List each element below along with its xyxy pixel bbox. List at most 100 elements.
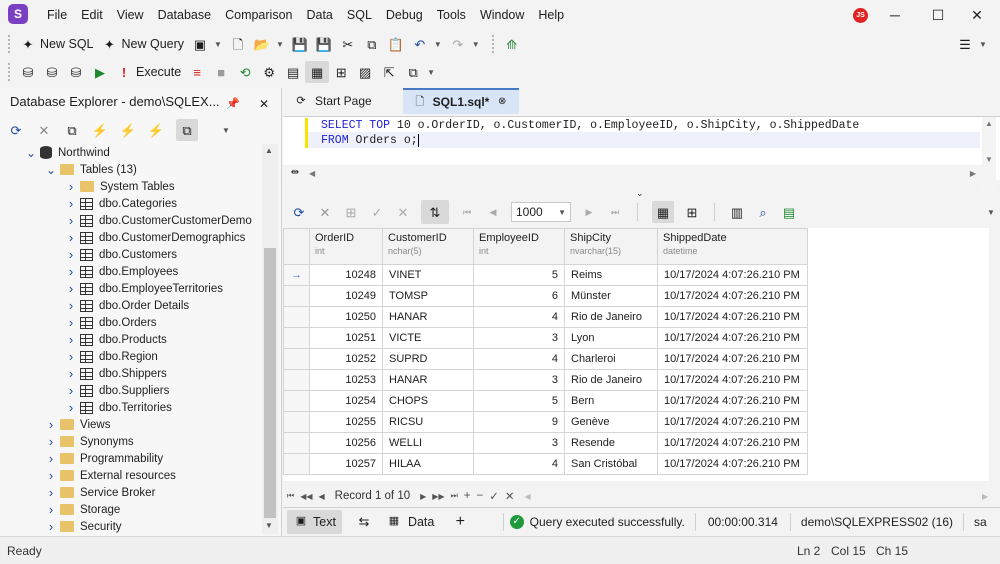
compare-button[interactable]: ⧉ ▼ xyxy=(401,61,439,83)
paste-button[interactable]: 📋 xyxy=(384,33,408,55)
row-indicator[interactable] xyxy=(283,390,310,412)
apply-icon[interactable]: ✓ xyxy=(369,204,385,220)
first-page-icon[interactable]: ⏮ xyxy=(459,204,475,220)
filter-icon[interactable]: ⧉ xyxy=(176,119,198,141)
menu-debug[interactable]: Debug xyxy=(379,0,430,30)
chevron-right-icon[interactable]: › xyxy=(66,400,76,415)
cell-shipcity[interactable]: Bern xyxy=(564,390,658,412)
new-query-button[interactable]: ✦ New Query xyxy=(98,33,189,55)
delete-icon[interactable]: ✕ xyxy=(36,122,52,138)
cell-orderid[interactable]: 10257 xyxy=(309,453,383,475)
tree-node[interactable]: › dbo.Shippers xyxy=(0,365,262,382)
scroll-left-icon[interactable]: ◀ xyxy=(309,169,315,178)
row-indicator[interactable] xyxy=(283,348,310,370)
cell-shipcity[interactable]: Rio de Janeiro xyxy=(564,306,658,328)
cell-shipcity[interactable]: San Cristóbal xyxy=(564,453,658,475)
cancel-icon[interactable]: ✕ xyxy=(317,204,333,220)
splitter-chevron-icon[interactable]: ⌄ xyxy=(636,188,644,199)
chevron-right-icon[interactable]: › xyxy=(46,434,56,449)
new-connection-icon[interactable]: ⚡ xyxy=(92,122,108,138)
cell-shippeddate[interactable]: 10/17/2024 4:07:26.210 PM xyxy=(657,432,808,454)
menu-sql[interactable]: SQL xyxy=(340,0,379,30)
cell-customerid[interactable]: VINET xyxy=(382,264,474,286)
column-header-shippeddate[interactable]: ShippedDate datetime xyxy=(657,228,808,265)
row-indicator[interactable] xyxy=(283,432,310,454)
cell-customerid[interactable]: HANAR xyxy=(382,369,474,391)
row-indicator[interactable] xyxy=(283,453,310,475)
chevron-right-icon[interactable]: › xyxy=(66,196,76,211)
connection-name[interactable]: demo\SQLEXPRESS02 (16) xyxy=(795,515,959,529)
cell-shippeddate[interactable]: 10/17/2024 4:07:26.210 PM xyxy=(657,327,808,349)
tree-node[interactable]: › dbo.CustomerCustomerDemo xyxy=(0,212,262,229)
scroll-left-icon[interactable]: ◀ xyxy=(525,492,531,501)
editor-scrollbar[interactable]: ▲ ▼ xyxy=(982,117,996,197)
disconnect-icon[interactable]: ⚡ xyxy=(120,122,136,138)
execute-button[interactable]: ! Execute xyxy=(112,61,185,83)
close-tab-icon[interactable]: ⊗ xyxy=(495,94,509,110)
cancel-record-icon[interactable]: ✕ xyxy=(505,489,515,503)
query-plan-button[interactable]: ⚙ xyxy=(257,61,281,83)
cell-employeeid[interactable]: 4 xyxy=(473,453,565,475)
chevron-right-icon[interactable]: › xyxy=(46,485,56,500)
split-icon[interactable]: ⇹ xyxy=(287,165,303,181)
cell-orderid[interactable]: 10256 xyxy=(309,432,383,454)
connect-button[interactable]: ⟰ xyxy=(500,33,524,55)
new-file-button[interactable]: 🗋 xyxy=(226,33,250,55)
chevron-right-icon[interactable]: › xyxy=(66,332,76,347)
cut-button[interactable]: ✂ xyxy=(336,33,360,55)
tree-node[interactable]: ⌄ Northwind xyxy=(0,144,262,161)
close-icon[interactable]: ✕ xyxy=(256,96,272,112)
chevron-right-icon[interactable]: › xyxy=(66,179,76,194)
tree-node[interactable]: › System Tables xyxy=(0,178,262,195)
chevron-down-icon[interactable]: ▼ xyxy=(987,208,995,217)
scroll-right-icon[interactable]: ▶ xyxy=(982,492,988,501)
layout-button[interactable]: ⊞ xyxy=(329,61,353,83)
open-button[interactable]: 📂 ▼ xyxy=(250,33,288,55)
cell-orderid[interactable]: 10248 xyxy=(309,264,383,286)
tree-node[interactable]: ⌄ Tables (13) xyxy=(0,161,262,178)
scroll-down-icon[interactable]: ▼ xyxy=(265,521,273,530)
swap-icon[interactable]: ⇆ xyxy=(356,514,372,530)
new-sql-button[interactable]: ✦ New SQL xyxy=(16,33,98,55)
close-window-button[interactable]: ✕ xyxy=(954,0,1000,30)
cell-shippeddate[interactable]: 10/17/2024 4:07:26.210 PM xyxy=(657,306,808,328)
cell-shippeddate[interactable]: 10/17/2024 4:07:26.210 PM xyxy=(657,411,808,433)
table-row[interactable]: → 10248 VINET 5 Reims 10/17/2024 4:07:26.210 … xyxy=(283,264,808,286)
tree-node[interactable]: › dbo.Categories xyxy=(0,195,262,212)
chevron-right-icon[interactable]: › xyxy=(46,502,56,517)
next-records-icon[interactable]: ▶▶ xyxy=(432,492,444,501)
column-header-orderid[interactable]: OrderID int xyxy=(309,228,383,265)
chevron-right-icon[interactable]: › xyxy=(66,247,76,262)
text-tab[interactable]: ▣ Text xyxy=(287,509,342,534)
cell-customerid[interactable]: TOMSP xyxy=(382,285,474,307)
chart-button[interactable]: ▨ xyxy=(353,61,377,83)
menu-tools[interactable]: Tools xyxy=(430,0,473,30)
db-disconnect-button[interactable]: ⛁ xyxy=(40,61,64,83)
chevron-right-icon[interactable]: › xyxy=(66,383,76,398)
table-row[interactable]: 10256 WELLI 3 Resende 10/17/2024 4:07:26.210… xyxy=(283,432,808,454)
tab-sql1[interactable]: 🗋 SQL1.sql* ⊗ xyxy=(403,88,519,114)
row-indicator[interactable] xyxy=(283,306,310,328)
cell-customerid[interactable]: WELLI xyxy=(382,432,474,454)
sql-editor[interactable]: SELECT TOP 10 o.OrderID, o.CustomerID, o… xyxy=(283,116,1000,197)
collapse-icon[interactable]: ⧉ xyxy=(64,122,80,138)
export-data-icon[interactable]: ▤ xyxy=(781,204,797,220)
toolbar-grip[interactable] xyxy=(491,35,496,53)
cell-employeeid[interactable]: 3 xyxy=(473,432,565,454)
cell-shippeddate[interactable]: 10/17/2024 4:07:26.210 PM xyxy=(657,453,808,475)
cell-shipcity[interactable]: Reims xyxy=(564,264,658,286)
tree-node[interactable]: › dbo.Employees xyxy=(0,263,262,280)
menu-view[interactable]: View xyxy=(110,0,151,30)
current-row-indicator[interactable]: → xyxy=(283,264,310,286)
toolbar-grip[interactable] xyxy=(8,63,12,81)
cell-customerid[interactable]: VICTE xyxy=(382,327,474,349)
db-connect-button[interactable]: ⛁ xyxy=(16,61,40,83)
tree-node[interactable]: › dbo.Region xyxy=(0,348,262,365)
confirm-record-icon[interactable]: ✓ xyxy=(489,489,499,503)
menu-comparison[interactable]: Comparison xyxy=(218,0,299,30)
cell-shippeddate[interactable]: 10/17/2024 4:07:26.210 PM xyxy=(657,264,808,286)
cell-orderid[interactable]: 10250 xyxy=(309,306,383,328)
last-page-icon[interactable]: ⏭ xyxy=(607,204,623,220)
table-row[interactable]: 10253 HANAR 3 Rio de Janeiro 10/17/2024 4:07… xyxy=(283,369,808,391)
cell-shipcity[interactable]: Genève xyxy=(564,411,658,433)
